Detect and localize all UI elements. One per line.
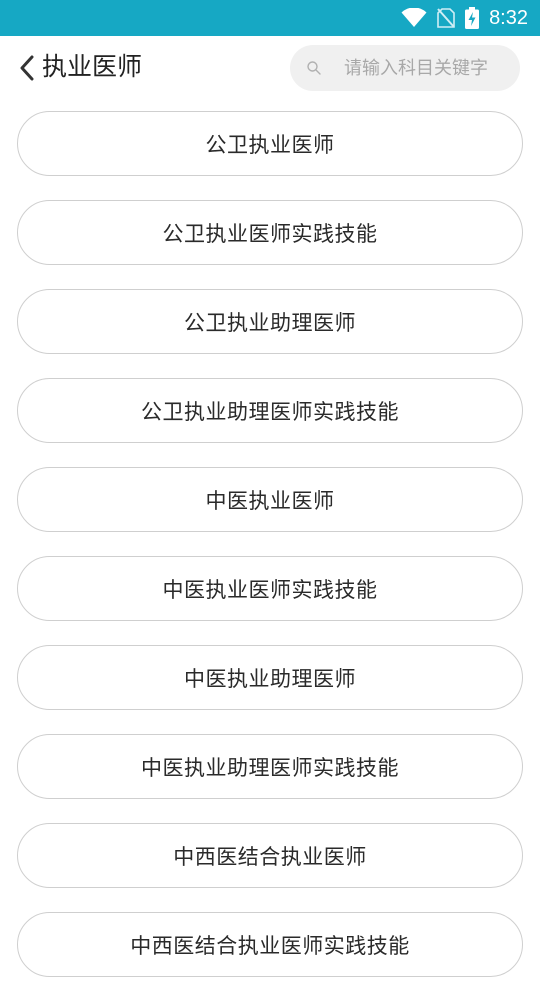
list-item-label: 中医执业医师实践技能: [162, 577, 378, 602]
status-time: 8:32: [489, 6, 528, 29]
list-item-label: 公卫执业助理医师实践技能: [141, 399, 399, 424]
list-item[interactable]: 中西医结合执业医师实践技能: [17, 912, 523, 977]
search-input[interactable]: [344, 48, 514, 88]
list-item-label: 中西医结合执业医师实践技能: [130, 933, 410, 958]
list-item-label: 中西医结合执业医师: [173, 844, 367, 869]
status-bar: 8:32: [0, 0, 540, 36]
battery-charging-icon: [465, 7, 480, 29]
list-item[interactable]: 公卫执业助理医师实践技能: [17, 378, 523, 443]
page-title: 执业医师: [42, 52, 143, 81]
chevron-left-icon: [20, 55, 34, 81]
list-item-label: 中医执业助理医师: [184, 666, 356, 691]
search-icon: [306, 60, 322, 76]
list-item-label: 中医执业医师: [205, 488, 335, 513]
list-item[interactable]: 中西医结合执业医师: [17, 823, 523, 888]
list-item[interactable]: 公卫执业医师: [17, 111, 523, 176]
subject-list: 公卫执业医师 公卫执业医师实践技能 公卫执业助理医师 公卫执业助理医师实践技能 …: [17, 111, 523, 1001]
list-item-label: 公卫执业医师: [205, 132, 335, 157]
list-item-label: 公卫执业助理医师: [184, 310, 356, 335]
list-item-label: 公卫执业医师实践技能: [162, 221, 378, 246]
wifi-icon: [401, 8, 427, 28]
list-item[interactable]: 公卫执业医师实践技能: [17, 200, 523, 265]
list-item[interactable]: 公卫执业助理医师: [17, 289, 523, 354]
list-item[interactable]: 中医执业医师实践技能: [17, 556, 523, 621]
list-item[interactable]: 中医执业医师: [17, 467, 523, 532]
list-item-label: 中医执业助理医师实践技能: [141, 755, 399, 780]
header: 执业医师: [0, 36, 540, 100]
list-item[interactable]: 中医执业助理医师实践技能: [17, 734, 523, 799]
search-box[interactable]: [290, 45, 520, 91]
list-item[interactable]: 中医执业助理医师: [17, 645, 523, 710]
no-sim-icon: [437, 8, 455, 28]
back-button[interactable]: [14, 54, 40, 82]
